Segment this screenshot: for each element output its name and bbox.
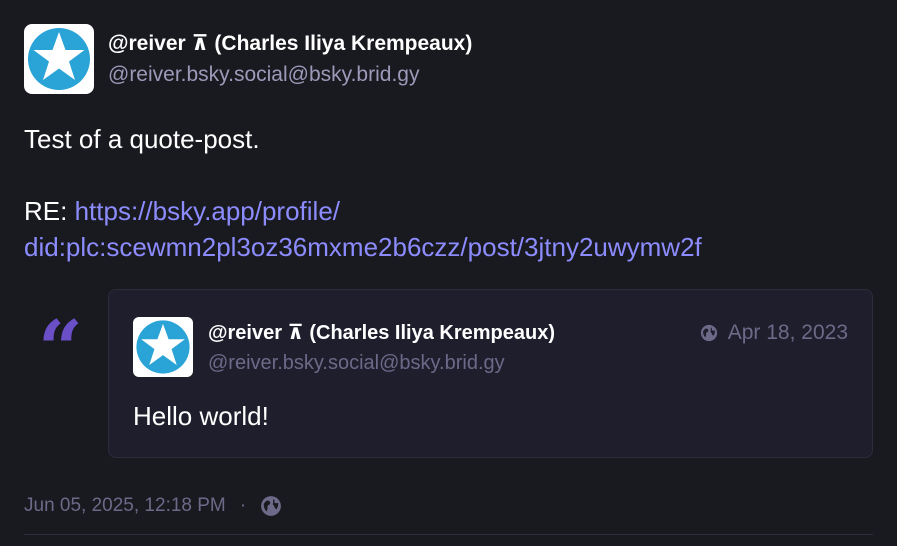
star-badge-icon <box>28 28 90 90</box>
author-display-name[interactable]: @reiver ⊼ (Charles Iliya Krempeaux) <box>108 31 472 56</box>
globe-icon <box>700 324 717 342</box>
post: @reiver ⊼ (Charles Iliya Krempeaux) @rei… <box>0 0 897 546</box>
quoted-author-display-name[interactable]: @reiver ⊼ (Charles Iliya Krempeaux) <box>208 320 555 345</box>
re-prefix: RE: <box>24 196 75 226</box>
star-badge-icon <box>136 320 190 374</box>
quote-link-continued[interactable]: did:plc:scewmn2pl3oz36mxme2b6czz/post/3j… <box>24 232 702 262</box>
quoted-author-avatar[interactable] <box>133 317 193 377</box>
quoted-post-date-text: Apr 18, 2023 <box>727 321 848 344</box>
post-link-line-2[interactable]: did:plc:scewmn2pl3oz36mxme2b6czz/post/3j… <box>24 229 702 265</box>
quoted-post-date[interactable]: Apr 18, 2023 <box>700 321 848 345</box>
globe-icon <box>261 496 281 516</box>
quote-icon: “ <box>38 304 83 395</box>
quoted-post-card[interactable]: @reiver ⊼ (Charles Iliya Krempeaux) @rei… <box>108 289 873 458</box>
author-avatar[interactable] <box>24 24 94 94</box>
post-divider <box>24 534 873 535</box>
quote-link[interactable]: https://bsky.app/profile/ <box>75 196 340 226</box>
post-timestamp[interactable]: Jun 05, 2025, 12:18 PM <box>24 495 226 517</box>
footer-separator: · <box>239 495 247 516</box>
post-footer: Jun 05, 2025, 12:18 PM · <box>24 495 282 517</box>
post-re-line: RE: https://bsky.app/profile/ <box>24 193 340 229</box>
quoted-author-handle[interactable]: @reiver.bsky.social@bsky.brid.gy <box>208 352 505 375</box>
author-handle[interactable]: @reiver.bsky.social@bsky.brid.gy <box>108 63 419 87</box>
post-text: Test of a quote-post. <box>24 124 260 154</box>
quoted-post-text: Hello world! <box>133 401 269 431</box>
